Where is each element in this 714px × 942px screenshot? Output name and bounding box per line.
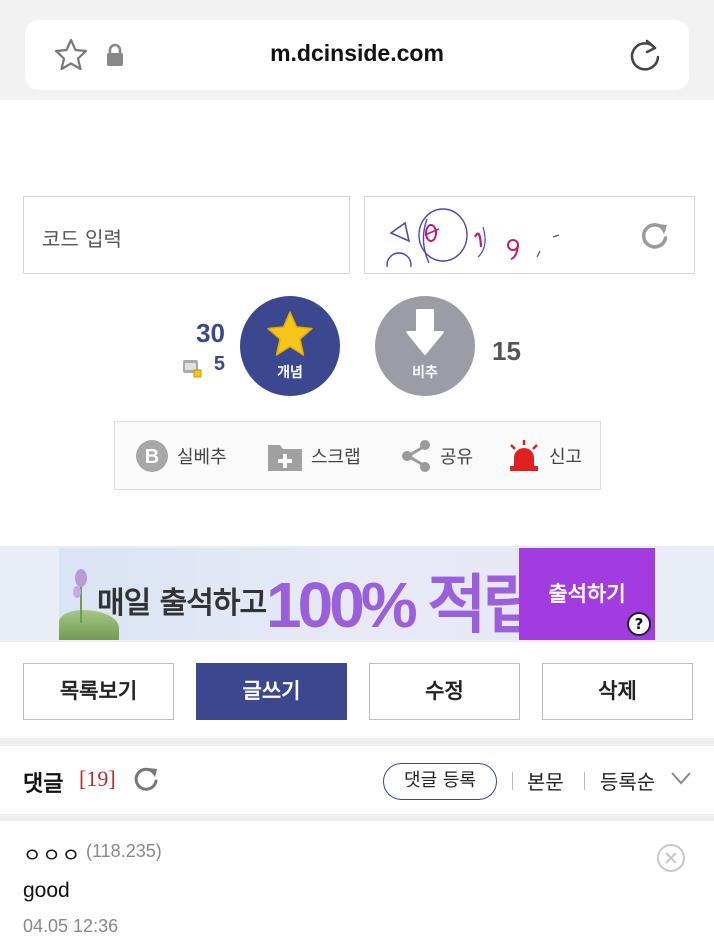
browser-top-bar: m.dcinside.com (0, 0, 714, 100)
captcha-input-placeholder: 코드 입력 (42, 227, 122, 251)
comment-item: ㅇㅇㅇ (118.235) good 04.05 12:36 (0, 821, 714, 942)
comment-text: good (23, 879, 70, 902)
section-divider (0, 814, 714, 821)
flower-icon (73, 569, 87, 623)
captcha-code-input[interactable]: 코드 입력 (23, 196, 350, 274)
comment-body-link[interactable]: 본문 (527, 766, 564, 795)
action-scrap[interactable]: 스크랩 (267, 422, 361, 489)
share-icon (402, 439, 430, 472)
svg-text:B: B (145, 446, 159, 468)
url-text[interactable]: m.dcinside.com (25, 40, 689, 67)
action-share[interactable]: 공유 (400, 422, 473, 489)
star-icon (267, 311, 313, 356)
action-scrap-label: 스크랩 (311, 446, 361, 468)
comment-ip: (118.235) (86, 841, 162, 861)
action-share-label: 공유 (440, 446, 474, 468)
attendance-banner[interactable]: 매일 출석하고 100% 적립금 출석하기 ? (59, 548, 655, 640)
banner-attend-button[interactable]: 출석하기 ? (519, 548, 655, 640)
comment-date: 04.05 12:36 (23, 916, 119, 936)
delete-button[interactable]: 삭제 (542, 663, 693, 720)
action-report[interactable]: 신고 (507, 422, 582, 489)
captcha-image-box (364, 196, 695, 274)
comment-title: 댓글 (23, 772, 64, 797)
close-icon[interactable] (656, 843, 686, 873)
comment-count: [19] (79, 766, 116, 791)
comment-register-button[interactable]: 댓글 등록 (383, 763, 497, 800)
comment-header: 댓글 [19] 댓글 등록 본문 등록순 (0, 746, 714, 814)
folder-plus-icon (268, 444, 302, 471)
reload-icon[interactable] (627, 37, 663, 73)
b-badge-icon: B (136, 439, 168, 472)
action-report-label: 신고 (549, 446, 583, 468)
banner-text-primary: 매일 출석하고 (97, 586, 267, 621)
comment-author: ㅇㅇㅇ (23, 843, 82, 867)
section-divider (0, 738, 714, 746)
list-button[interactable]: 목록보기 (23, 663, 174, 720)
banner-attend-label: 출석하기 (548, 582, 626, 606)
separator (584, 772, 585, 790)
captcha-refresh-icon[interactable] (640, 221, 670, 251)
action-best-recommend[interactable]: B 실베추 (135, 422, 227, 489)
upvote-count: 30 (196, 318, 225, 348)
downvote-label: 비추 (412, 365, 438, 381)
upvote-button[interactable]: 개념 (240, 296, 340, 396)
comment-refresh-icon[interactable] (134, 766, 160, 792)
downvote-count: 15 (492, 336, 521, 366)
fix-vote-count: 5 (213, 353, 225, 375)
post-action-bar: B 실베추 스크랩 공유 신고 (114, 421, 601, 490)
action-best-recommend-label: 실베추 (177, 446, 227, 468)
upvote-label: 개념 (277, 365, 303, 381)
arrow-down-icon (406, 309, 444, 355)
captcha-image (386, 208, 560, 267)
edit-button[interactable]: 수정 (369, 663, 520, 720)
chevron-down-icon[interactable] (670, 770, 692, 786)
siren-icon (510, 439, 538, 471)
address-bar[interactable]: m.dcinside.com (25, 20, 689, 90)
comment-sort-select[interactable]: 등록순 (600, 766, 655, 795)
write-button[interactable]: 글쓰기 (196, 663, 347, 720)
downvote-button[interactable]: 비추 (375, 296, 475, 396)
separator (512, 772, 513, 790)
help-icon[interactable]: ? (627, 612, 651, 636)
